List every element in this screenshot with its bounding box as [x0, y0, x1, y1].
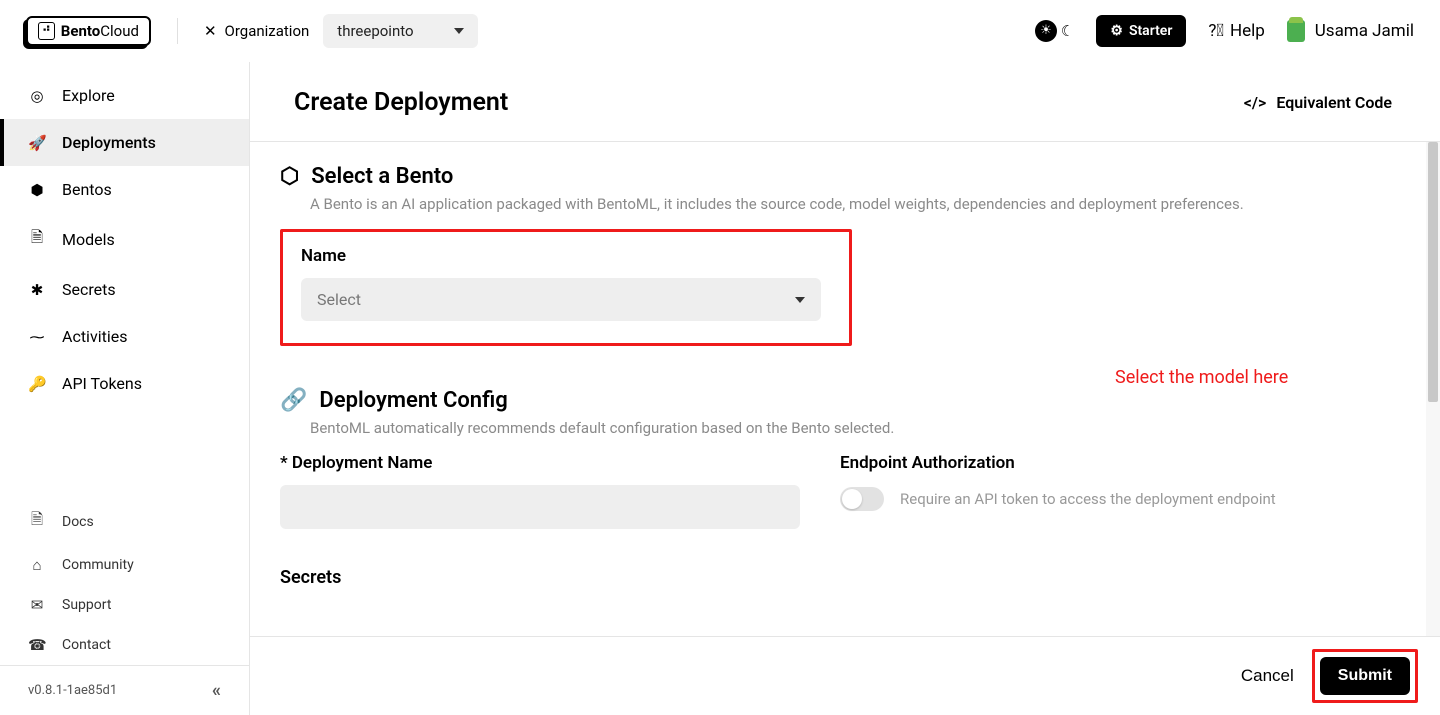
- secrets-heading: Secrets: [280, 567, 1392, 588]
- content-area: ⬡ Select a Bento A Bento is an AI applic…: [250, 142, 1440, 636]
- cube-icon: ⬢: [28, 181, 46, 199]
- compass-icon: ◎: [28, 87, 46, 105]
- rocket-icon: 🚀: [28, 134, 46, 152]
- organization-label: ✕ Organization: [204, 22, 309, 40]
- version-text: v0.8.1-1ae85d1: [28, 683, 117, 698]
- user-menu[interactable]: Usama Jamil: [1287, 20, 1414, 42]
- support-icon: ✉: [28, 596, 46, 614]
- user-name: Usama Jamil: [1315, 21, 1414, 41]
- submit-button[interactable]: Submit: [1320, 657, 1410, 695]
- contact-icon: ☎: [28, 636, 46, 654]
- select-bento-section: ⬡ Select a Bento A Bento is an AI applic…: [280, 164, 1392, 346]
- moon-icon: ☾: [1061, 22, 1074, 40]
- submit-highlight: Submit: [1312, 649, 1418, 703]
- sidebar-item-label: Models: [62, 230, 115, 249]
- sidebar-item-label: Contact: [62, 637, 111, 653]
- logo-icon: ⠚: [38, 22, 55, 40]
- endpoint-auth-heading: Endpoint Authorization: [840, 453, 1392, 473]
- section-heading: 🔗 Deployment Config: [280, 388, 1392, 413]
- name-field-label: Name: [301, 246, 831, 266]
- annotation-text: Select the model here: [1115, 367, 1288, 388]
- sidebar-item-bentos[interactable]: ⬢ Bentos: [0, 166, 249, 213]
- deployment-name-input[interactable]: [280, 485, 800, 529]
- bento-icon: ⬡: [280, 164, 299, 189]
- sidebar-item-deployments[interactable]: 🚀 Deployments: [0, 119, 249, 166]
- cancel-button[interactable]: Cancel: [1237, 656, 1298, 696]
- starter-label: Starter: [1129, 23, 1172, 39]
- key-icon: 🔑: [28, 375, 46, 393]
- star-icon: ✱: [28, 281, 46, 299]
- sidebar-item-label: Bentos: [62, 180, 112, 199]
- deployment-name-label: * Deployment Name: [280, 453, 800, 473]
- select-bento-title: Select a Bento: [311, 164, 453, 189]
- sidebar-footer: v0.8.1-1ae85d1 «: [0, 665, 249, 715]
- select-bento-subtitle: A Bento is an AI application packaged wi…: [310, 195, 1392, 213]
- main-panel: Create Deployment </> Equivalent Code ⬡ …: [250, 62, 1440, 715]
- page-header: Create Deployment </> Equivalent Code: [250, 62, 1440, 142]
- sidebar-item-label: Secrets: [62, 280, 116, 299]
- doc-icon: 🗎: [28, 509, 46, 534]
- top-bar: ⠚ BentoCloud ✕ Organization threepointo …: [0, 0, 1440, 62]
- organization-select[interactable]: threepointo: [323, 14, 477, 48]
- top-right-actions: ☀ ☾ ⚙ Starter ?⃝ Help Usama Jamil: [1035, 15, 1414, 47]
- logo[interactable]: ⠚ BentoCloud: [26, 16, 151, 46]
- sidebar-item-contact[interactable]: ☎ Contact: [0, 625, 249, 665]
- deployment-config-section: 🔗 Deployment Config BentoML automaticall…: [280, 388, 1392, 588]
- avatar: [1287, 20, 1305, 42]
- sidebar-item-activities[interactable]: ⁓ Activities: [0, 313, 249, 360]
- sidebar-item-label: Community: [62, 557, 134, 573]
- equivalent-code-label: Equivalent Code: [1276, 93, 1392, 112]
- organization-text: Organization: [225, 22, 310, 40]
- sidebar-item-label: Support: [62, 597, 111, 613]
- code-icon: </>: [1244, 93, 1267, 112]
- sidebar-item-label: Activities: [62, 327, 127, 346]
- section-heading: ⬡ Select a Bento: [280, 164, 1392, 189]
- bento-name-select[interactable]: Select: [301, 278, 821, 321]
- sidebar: ◎ Explore 🚀 Deployments ⬢ Bentos 🗎 Model…: [0, 62, 250, 715]
- deployment-config-subtitle: BentoML automatically recommends default…: [310, 419, 1392, 437]
- scrollbar[interactable]: [1426, 142, 1440, 636]
- chevron-down-icon: [454, 28, 464, 34]
- sidebar-item-community[interactable]: ⌂ Community: [0, 545, 249, 585]
- activity-icon: ⁓: [28, 328, 46, 346]
- organization-value: threepointo: [337, 22, 413, 40]
- sidebar-item-label: Deployments: [62, 133, 156, 152]
- sidebar-item-label: API Tokens: [62, 374, 142, 393]
- org-icon: ✕: [204, 22, 217, 40]
- form-footer: Cancel Submit: [250, 636, 1440, 715]
- endpoint-auth-toggle[interactable]: [840, 487, 884, 511]
- sidebar-item-secrets[interactable]: ✱ Secrets: [0, 266, 249, 313]
- file-icon: 🗎: [28, 227, 46, 252]
- logo-text-cloud: Cloud: [100, 22, 139, 40]
- sidebar-item-docs[interactable]: 🗎 Docs: [0, 498, 249, 545]
- link-icon: 🔗: [280, 388, 307, 413]
- select-placeholder: Select: [317, 290, 361, 309]
- sidebar-item-models[interactable]: 🗎 Models: [0, 213, 249, 266]
- help-icon: ?⃝: [1208, 21, 1224, 41]
- logo-text-bento: Bento: [61, 22, 100, 40]
- sidebar-item-explore[interactable]: ◎ Explore: [0, 72, 249, 119]
- scrollbar-thumb[interactable]: [1428, 142, 1438, 402]
- chevron-down-icon: [795, 297, 805, 303]
- theme-toggle[interactable]: ☀ ☾: [1035, 20, 1074, 42]
- sun-icon: ☀: [1035, 20, 1057, 42]
- collapse-icon[interactable]: «: [212, 680, 221, 701]
- highlighted-name-box: Name Select: [280, 229, 852, 346]
- gear-icon: ⚙: [1110, 23, 1123, 39]
- divider: [177, 18, 178, 44]
- endpoint-auth-desc: Require an API token to access the deplo…: [900, 490, 1276, 508]
- equivalent-code-button[interactable]: </> Equivalent Code: [1244, 93, 1392, 112]
- sidebar-item-label: Explore: [62, 86, 115, 105]
- help-link[interactable]: ?⃝ Help: [1208, 21, 1264, 41]
- help-text: Help: [1230, 21, 1265, 41]
- sidebar-item-support[interactable]: ✉ Support: [0, 585, 249, 625]
- sidebar-item-label: Docs: [62, 514, 94, 530]
- sidebar-item-api-tokens[interactable]: 🔑 API Tokens: [0, 360, 249, 407]
- deployment-config-title: Deployment Config: [319, 388, 507, 413]
- page-title: Create Deployment: [294, 88, 508, 117]
- starter-button[interactable]: ⚙ Starter: [1096, 15, 1186, 47]
- community-icon: ⌂: [28, 556, 46, 574]
